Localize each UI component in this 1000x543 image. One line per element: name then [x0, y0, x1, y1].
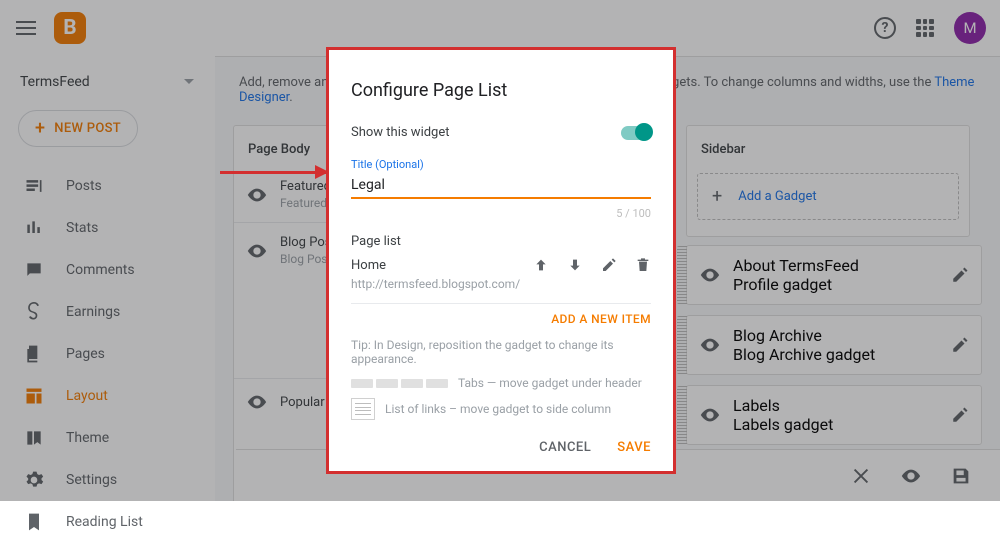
- bookmark-icon: [24, 512, 44, 532]
- nav-label: Reading List: [66, 514, 143, 530]
- configure-page-list-dialog: Configure Page List Show this widget Tit…: [326, 47, 676, 474]
- move-down-icon[interactable]: [567, 257, 583, 273]
- move-up-icon[interactable]: [533, 257, 549, 273]
- title-input[interactable]: [351, 171, 651, 199]
- hint-tabs: Tabs — move gadget under header: [351, 376, 651, 390]
- tip-text: Tip: In Design, reposition the gadget to…: [351, 338, 651, 366]
- save-button[interactable]: SAVE: [617, 440, 651, 455]
- page-list-label: Page list: [351, 234, 651, 249]
- dialog-title: Configure Page List: [351, 80, 651, 101]
- tabs-icon: [351, 379, 448, 388]
- list-icon: [351, 398, 375, 420]
- add-new-item-button[interactable]: ADD A NEW ITEM: [351, 312, 651, 326]
- delete-icon[interactable]: [635, 257, 651, 273]
- char-counter: 5 / 100: [351, 207, 651, 220]
- page-name: Home: [351, 258, 386, 273]
- title-field-label: Title (Optional): [351, 158, 651, 171]
- show-widget-toggle[interactable]: [621, 126, 651, 140]
- hint-list: List of links – move gadget to side colu…: [351, 398, 651, 420]
- page-item-row: Home: [351, 257, 651, 273]
- page-url: http://termsfeed.blogspot.com/: [351, 277, 651, 291]
- nav-reading-list[interactable]: Reading List: [0, 501, 215, 543]
- show-widget-label: Show this widget: [351, 125, 450, 140]
- annotation-arrow: [220, 171, 328, 174]
- edit-icon[interactable]: [601, 257, 617, 273]
- cancel-button[interactable]: CANCEL: [539, 440, 591, 455]
